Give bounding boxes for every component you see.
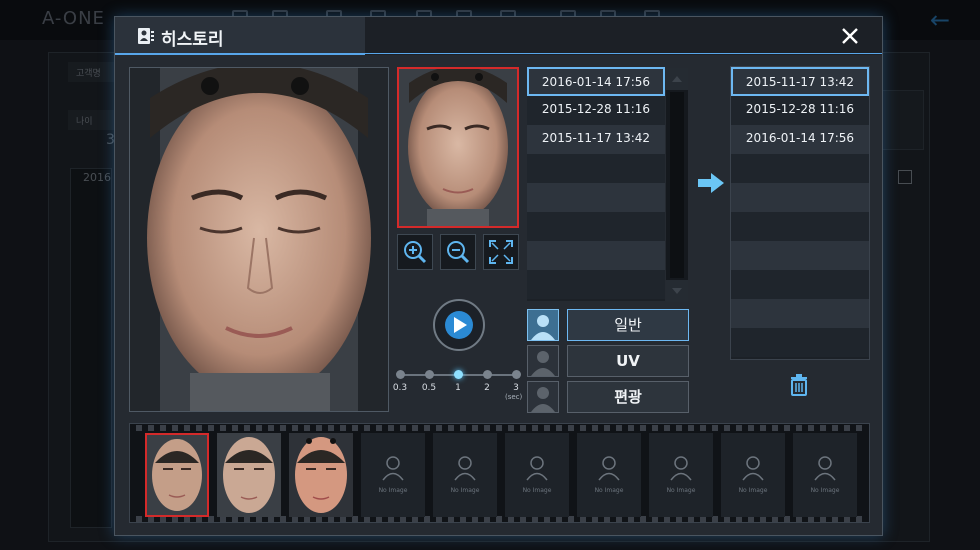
mode-normal-icon[interactable] — [527, 309, 559, 341]
zoom-in-button[interactable] — [397, 234, 433, 270]
trash-icon[interactable] — [787, 373, 811, 397]
history-row[interactable]: 2016-01-14 17:56 — [527, 67, 665, 96]
scroll-down-icon[interactable] — [666, 280, 688, 302]
history-row-empty — [527, 183, 665, 212]
compare-row-empty — [731, 270, 869, 299]
selected-thumbnail[interactable] — [397, 67, 519, 228]
compare-list: 2015-11-17 13:42 2015-12-28 11:16 2016-0… — [730, 66, 870, 360]
no-image-label: No Image — [666, 487, 696, 494]
speed-label: 0.5 — [421, 383, 437, 393]
person-silhouette-icon — [531, 351, 555, 376]
play-icon — [445, 311, 473, 339]
person-silhouette-icon — [528, 310, 558, 340]
person-placeholder-icon — [526, 456, 548, 481]
mode-normal-button[interactable]: 일반 — [567, 309, 689, 341]
no-image-label: No Image — [450, 487, 480, 494]
speed-unit: (sec) — [505, 393, 523, 401]
face-thumbnail — [289, 433, 353, 517]
speed-label: 1 — [455, 383, 461, 393]
film-perforation — [136, 425, 863, 431]
header-line — [365, 53, 882, 54]
filmstrip-slot-empty[interactable]: No Image — [361, 433, 425, 517]
filmstrip-slot-empty[interactable]: No Image — [433, 433, 497, 517]
compare-row-empty — [731, 183, 869, 212]
person-card-icon — [138, 28, 154, 44]
person-placeholder-icon — [670, 456, 692, 481]
speed-option-1[interactable] — [454, 370, 463, 379]
no-image-label: No Image — [810, 487, 840, 494]
filmstrip-slot-empty[interactable]: No Image — [793, 433, 857, 517]
dialog-header: 히스토리 — [115, 17, 882, 55]
history-scrollbar[interactable] — [666, 68, 688, 302]
mode-uv-icon[interactable] — [527, 345, 559, 377]
fit-screen-button[interactable] — [483, 234, 519, 270]
filmstrip-slot-empty[interactable]: No Image — [505, 433, 569, 517]
speed-label: 2 — [484, 383, 490, 393]
history-row[interactable]: 2015-11-17 13:42 — [527, 125, 665, 154]
mode-polarized-icon[interactable] — [527, 381, 559, 413]
speed-option-0.3[interactable] — [396, 370, 405, 379]
no-image-label: No Image — [738, 487, 768, 494]
speed-option-3[interactable] — [512, 370, 521, 379]
compare-row-empty — [731, 154, 869, 183]
compare-row-empty — [731, 241, 869, 270]
zoom-out-button[interactable] — [440, 234, 476, 270]
zoom-in-icon — [404, 241, 427, 264]
filmstrip-slot-empty[interactable]: No Image — [721, 433, 785, 517]
fit-screen-icon — [489, 240, 513, 264]
speed-label: 0.3 — [392, 383, 408, 393]
person-placeholder-icon — [382, 456, 404, 481]
history-row-empty — [527, 241, 665, 270]
filmstrip-slot[interactable] — [289, 433, 353, 517]
filmstrip-slot[interactable] — [217, 433, 281, 517]
dialog-title: 히스토리 — [161, 30, 224, 50]
no-image-label: No Image — [378, 487, 408, 494]
play-button[interactable] — [433, 299, 485, 351]
history-dialog: 히스토리 0.3 0.5 1 2 3 (sec) 2016-01-14 17:5… — [114, 16, 883, 536]
filmstrip-slot-empty[interactable]: No Image — [577, 433, 641, 517]
face-thumbnail — [399, 69, 517, 226]
person-silhouette-icon — [531, 387, 555, 412]
no-image-label: No Image — [522, 487, 552, 494]
history-list: 2016-01-14 17:56 2015-12-28 11:16 2015-1… — [527, 67, 665, 301]
history-row-empty — [527, 270, 665, 299]
main-photo-viewer[interactable] — [129, 67, 389, 412]
face-photo — [130, 68, 388, 411]
compare-row[interactable]: 2015-11-17 13:42 — [731, 67, 869, 96]
history-row[interactable]: 2015-12-28 11:16 — [527, 96, 665, 125]
filmstrip-slot[interactable] — [145, 433, 209, 517]
arrow-right-icon[interactable] — [697, 171, 725, 195]
no-image-label: No Image — [594, 487, 624, 494]
face-thumbnail — [217, 433, 281, 517]
person-placeholder-icon — [742, 456, 764, 481]
compare-row-empty — [731, 328, 869, 357]
close-icon[interactable] — [840, 26, 860, 46]
speed-option-2[interactable] — [483, 370, 492, 379]
filmstrip-slot-empty[interactable]: No Image — [649, 433, 713, 517]
speed-option-0.5[interactable] — [425, 370, 434, 379]
filmstrip: No Image No Image No Image No Image No I… — [129, 423, 870, 523]
scroll-up-icon[interactable] — [666, 68, 688, 90]
history-row-empty — [527, 154, 665, 183]
person-placeholder-icon — [454, 456, 476, 481]
person-placeholder-icon — [598, 456, 620, 481]
face-thumbnail — [147, 435, 207, 515]
person-placeholder-icon — [814, 456, 836, 481]
mode-polarized-button[interactable]: 편광 — [567, 381, 689, 413]
compare-row-empty — [731, 299, 869, 328]
compare-row[interactable]: 2016-01-14 17:56 — [731, 125, 869, 154]
mode-uv-button[interactable]: UV — [567, 345, 689, 377]
scroll-thumb[interactable] — [670, 92, 684, 278]
compare-row[interactable]: 2015-12-28 11:16 — [731, 96, 869, 125]
compare-row-empty — [731, 212, 869, 241]
zoom-out-icon — [447, 241, 470, 264]
history-row-empty — [527, 212, 665, 241]
